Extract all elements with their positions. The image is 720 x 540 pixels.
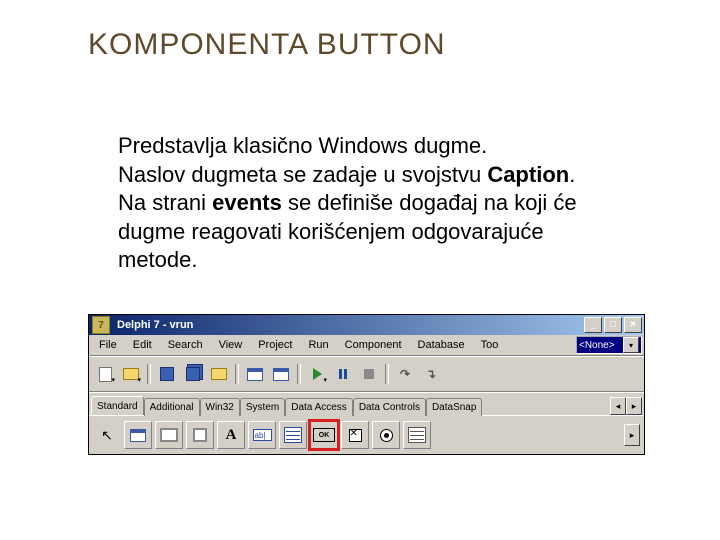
open-project-button[interactable]	[207, 362, 231, 386]
palette-radiobutton[interactable]	[372, 421, 400, 449]
palette-checkbox[interactable]	[341, 421, 369, 449]
window-icon	[247, 368, 263, 381]
view-unit-button[interactable]	[269, 362, 293, 386]
checkbox-icon	[349, 429, 362, 442]
menu-search[interactable]: Search	[160, 337, 211, 353]
menu-file[interactable]: File	[91, 337, 125, 353]
button-icon: OK	[313, 428, 335, 442]
body-line2a: Naslov dugmeta se zadaje u svojstvu	[118, 162, 487, 187]
tab-datasnap[interactable]: DataSnap	[426, 398, 482, 416]
palette-memo[interactable]	[279, 421, 307, 449]
maximize-button[interactable]: □	[604, 317, 622, 333]
palette-label[interactable]: A	[217, 421, 245, 449]
menu-tools[interactable]: Too	[473, 337, 507, 353]
palette-popupmenu[interactable]	[186, 421, 214, 449]
menubar: File Edit Search View Project Run Compon…	[89, 335, 644, 356]
save-all-button[interactable]	[181, 362, 205, 386]
new-button[interactable]: ▾	[93, 362, 117, 386]
separator	[235, 364, 239, 384]
stop-button[interactable]	[357, 362, 381, 386]
body-line3a: Na strani	[118, 190, 212, 215]
window-icon	[273, 368, 289, 381]
edit-icon: ab|	[253, 429, 272, 441]
tab-data-controls[interactable]: Data Controls	[353, 398, 426, 416]
label-icon: A	[226, 427, 237, 444]
component-palette: ↖ A ab| OK ▸	[89, 415, 644, 454]
palette-frames[interactable]	[124, 421, 152, 449]
separator	[297, 364, 301, 384]
frames-icon	[130, 429, 146, 442]
palette-listbox[interactable]	[403, 421, 431, 449]
tab-scroll-left[interactable]: ◂	[610, 397, 626, 415]
palette-pointer[interactable]: ↖	[93, 421, 121, 449]
mainmenu-icon	[160, 428, 178, 442]
titlebar[interactable]: 7 Delphi 7 - vrun _ □ ×	[89, 315, 644, 335]
document-icon	[99, 367, 112, 382]
body-line2c: .	[569, 162, 575, 187]
palette-edit[interactable]: ab|	[248, 421, 276, 449]
tab-scroll: ◂ ▸	[610, 397, 642, 415]
palette-mainmenu[interactable]	[155, 421, 183, 449]
config-dropdown-value: <None>	[579, 340, 615, 351]
window-title: Delphi 7 - vrun	[113, 319, 582, 331]
step-over-icon: ↷	[400, 367, 410, 381]
slide-body: Predstavlja klasično Windows dugme. Nasl…	[118, 132, 628, 275]
slide-title: KOMPONENTA BUTTON	[88, 28, 446, 62]
tab-standard[interactable]: Standard	[91, 396, 144, 415]
listbox-icon	[408, 427, 426, 443]
body-line1: Predstavlja klasično Windows dugme.	[118, 133, 487, 158]
menu-database[interactable]: Database	[410, 337, 473, 353]
run-button[interactable]: ▾	[305, 362, 329, 386]
open-button[interactable]: ▾	[119, 362, 143, 386]
menu-run[interactable]: Run	[300, 337, 336, 353]
delphi-ide-window: 7 Delphi 7 - vrun _ □ × File Edit Search…	[88, 314, 645, 455]
close-button[interactable]: ×	[624, 317, 642, 333]
play-icon	[313, 368, 322, 380]
cursor-icon: ↖	[101, 427, 113, 444]
step-into-icon: ↴	[426, 367, 436, 381]
menu-edit[interactable]: Edit	[125, 337, 160, 353]
config-dropdown[interactable]: <None> ▾	[576, 336, 642, 354]
view-form-button[interactable]	[243, 362, 267, 386]
popupmenu-icon	[193, 428, 207, 442]
menu-component[interactable]: Component	[337, 337, 410, 353]
folder-icon	[211, 368, 227, 380]
palette-button[interactable]: OK	[310, 421, 338, 449]
disk-icon	[160, 367, 174, 381]
separator	[147, 364, 151, 384]
slide: KOMPONENTA BUTTON Predstavlja klasično W…	[0, 0, 720, 540]
body-events-word: events	[212, 190, 282, 215]
tab-data-access[interactable]: Data Access	[285, 398, 353, 416]
app-icon: 7	[92, 316, 110, 334]
step-into-button[interactable]: ↴	[419, 362, 443, 386]
tab-scroll-right[interactable]: ▸	[626, 397, 642, 415]
menu-view[interactable]: View	[211, 337, 251, 353]
toolbar: ▾ ▾ ▾ ↷ ↴	[89, 356, 644, 392]
memo-icon	[284, 427, 302, 443]
body-caption-word: Caption	[487, 162, 569, 187]
chevron-down-icon: ▾	[623, 337, 639, 353]
step-over-button[interactable]: ↷	[393, 362, 417, 386]
minimize-button[interactable]: _	[584, 317, 602, 333]
window-buttons: _ □ ×	[582, 317, 642, 333]
palette-scroll-right[interactable]: ▸	[624, 424, 640, 446]
palette-tabs: Standard Additional Win32 System Data Ac…	[89, 392, 644, 415]
stop-icon	[364, 369, 374, 379]
save-button[interactable]	[155, 362, 179, 386]
tab-additional[interactable]: Additional	[144, 398, 200, 416]
tab-win32[interactable]: Win32	[200, 398, 240, 416]
separator	[385, 364, 389, 384]
tab-system[interactable]: System	[240, 398, 285, 416]
disk-icon	[186, 367, 200, 381]
pause-icon	[339, 369, 347, 379]
pause-button[interactable]	[331, 362, 355, 386]
radio-icon	[380, 429, 393, 442]
menu-project[interactable]: Project	[250, 337, 300, 353]
